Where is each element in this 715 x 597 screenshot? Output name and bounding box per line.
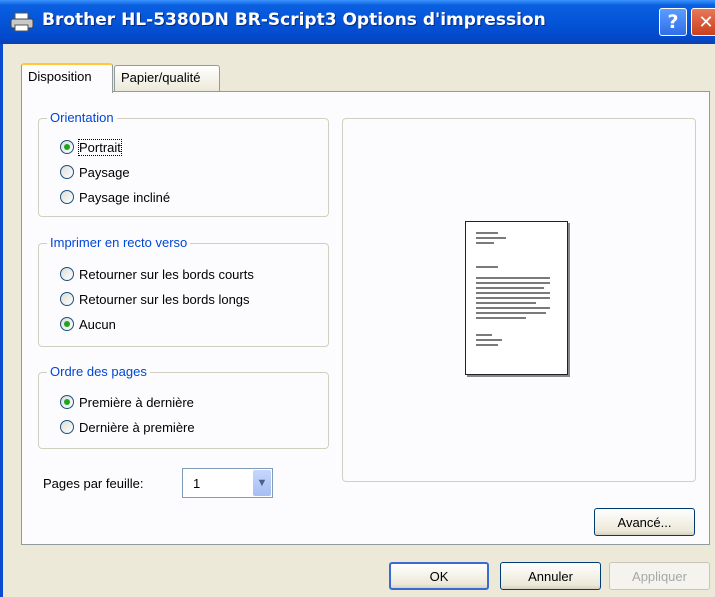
radio-label: Paysage (79, 164, 130, 180)
radio-indicator (60, 420, 74, 434)
radio-indicator (60, 165, 74, 179)
radio-indicator (60, 395, 74, 409)
radio-label: Première à dernière (79, 394, 194, 410)
pages-per-sheet-value: 1 (193, 476, 201, 491)
radio-indicator (60, 317, 74, 331)
radio-paysage[interactable]: Paysage (60, 163, 130, 181)
radio-paysage-incline[interactable]: Paysage incliné (60, 188, 170, 206)
printer-icon (10, 12, 34, 32)
duplex-legend: Imprimer en recto verso (47, 235, 191, 250)
radio-aucun[interactable]: Aucun (60, 315, 116, 333)
radio-portrait[interactable]: Portrait (60, 138, 122, 156)
orientation-legend: Orientation (47, 110, 117, 125)
pages-per-sheet-label: Pages par feuille: (43, 476, 144, 491)
radio-indicator (60, 292, 74, 306)
radio-label: Paysage incliné (79, 189, 171, 205)
radio-indicator (60, 190, 74, 204)
document-preview-icon (465, 221, 568, 375)
window-title: Brother HL-5380DN BR-Script3 Options d'i… (42, 10, 546, 30)
help-button[interactable]: ? (659, 8, 687, 36)
radio-label: Aucun (79, 316, 116, 332)
radio-premiere-a-derniere[interactable]: Première à dernière (60, 393, 194, 411)
radio-derniere-a-premiere[interactable]: Dernière à première (60, 418, 195, 436)
close-button[interactable]: ✕ (691, 8, 715, 36)
pages-per-sheet-select[interactable]: 1 ▼ (182, 468, 273, 498)
cancel-button[interactable]: Annuler (500, 562, 601, 590)
apply-button[interactable]: Appliquer (609, 562, 710, 590)
chevron-down-icon[interactable]: ▼ (253, 470, 271, 496)
radio-indicator (60, 267, 74, 281)
tab-disposition[interactable]: Disposition (21, 63, 113, 93)
radio-label: Portrait (78, 138, 122, 156)
title-bar[interactable]: Brother HL-5380DN BR-Script3 Options d'i… (0, 0, 715, 44)
advanced-button[interactable]: Avancé... (594, 508, 695, 536)
radio-indicator (60, 140, 74, 154)
radio-label: Dernière à première (79, 419, 195, 435)
radio-label: Retourner sur les bords courts (79, 266, 254, 282)
page-order-legend: Ordre des pages (47, 364, 150, 379)
document-lines (476, 232, 550, 346)
radio-bords-courts[interactable]: Retourner sur les bords courts (60, 265, 254, 283)
radio-bords-longs[interactable]: Retourner sur les bords longs (60, 290, 250, 308)
radio-label: Retourner sur les bords longs (79, 291, 250, 307)
tab-papier-qualite[interactable]: Papier/qualité (114, 65, 220, 91)
ok-button[interactable]: OK (389, 562, 489, 590)
window-frame (0, 44, 3, 597)
